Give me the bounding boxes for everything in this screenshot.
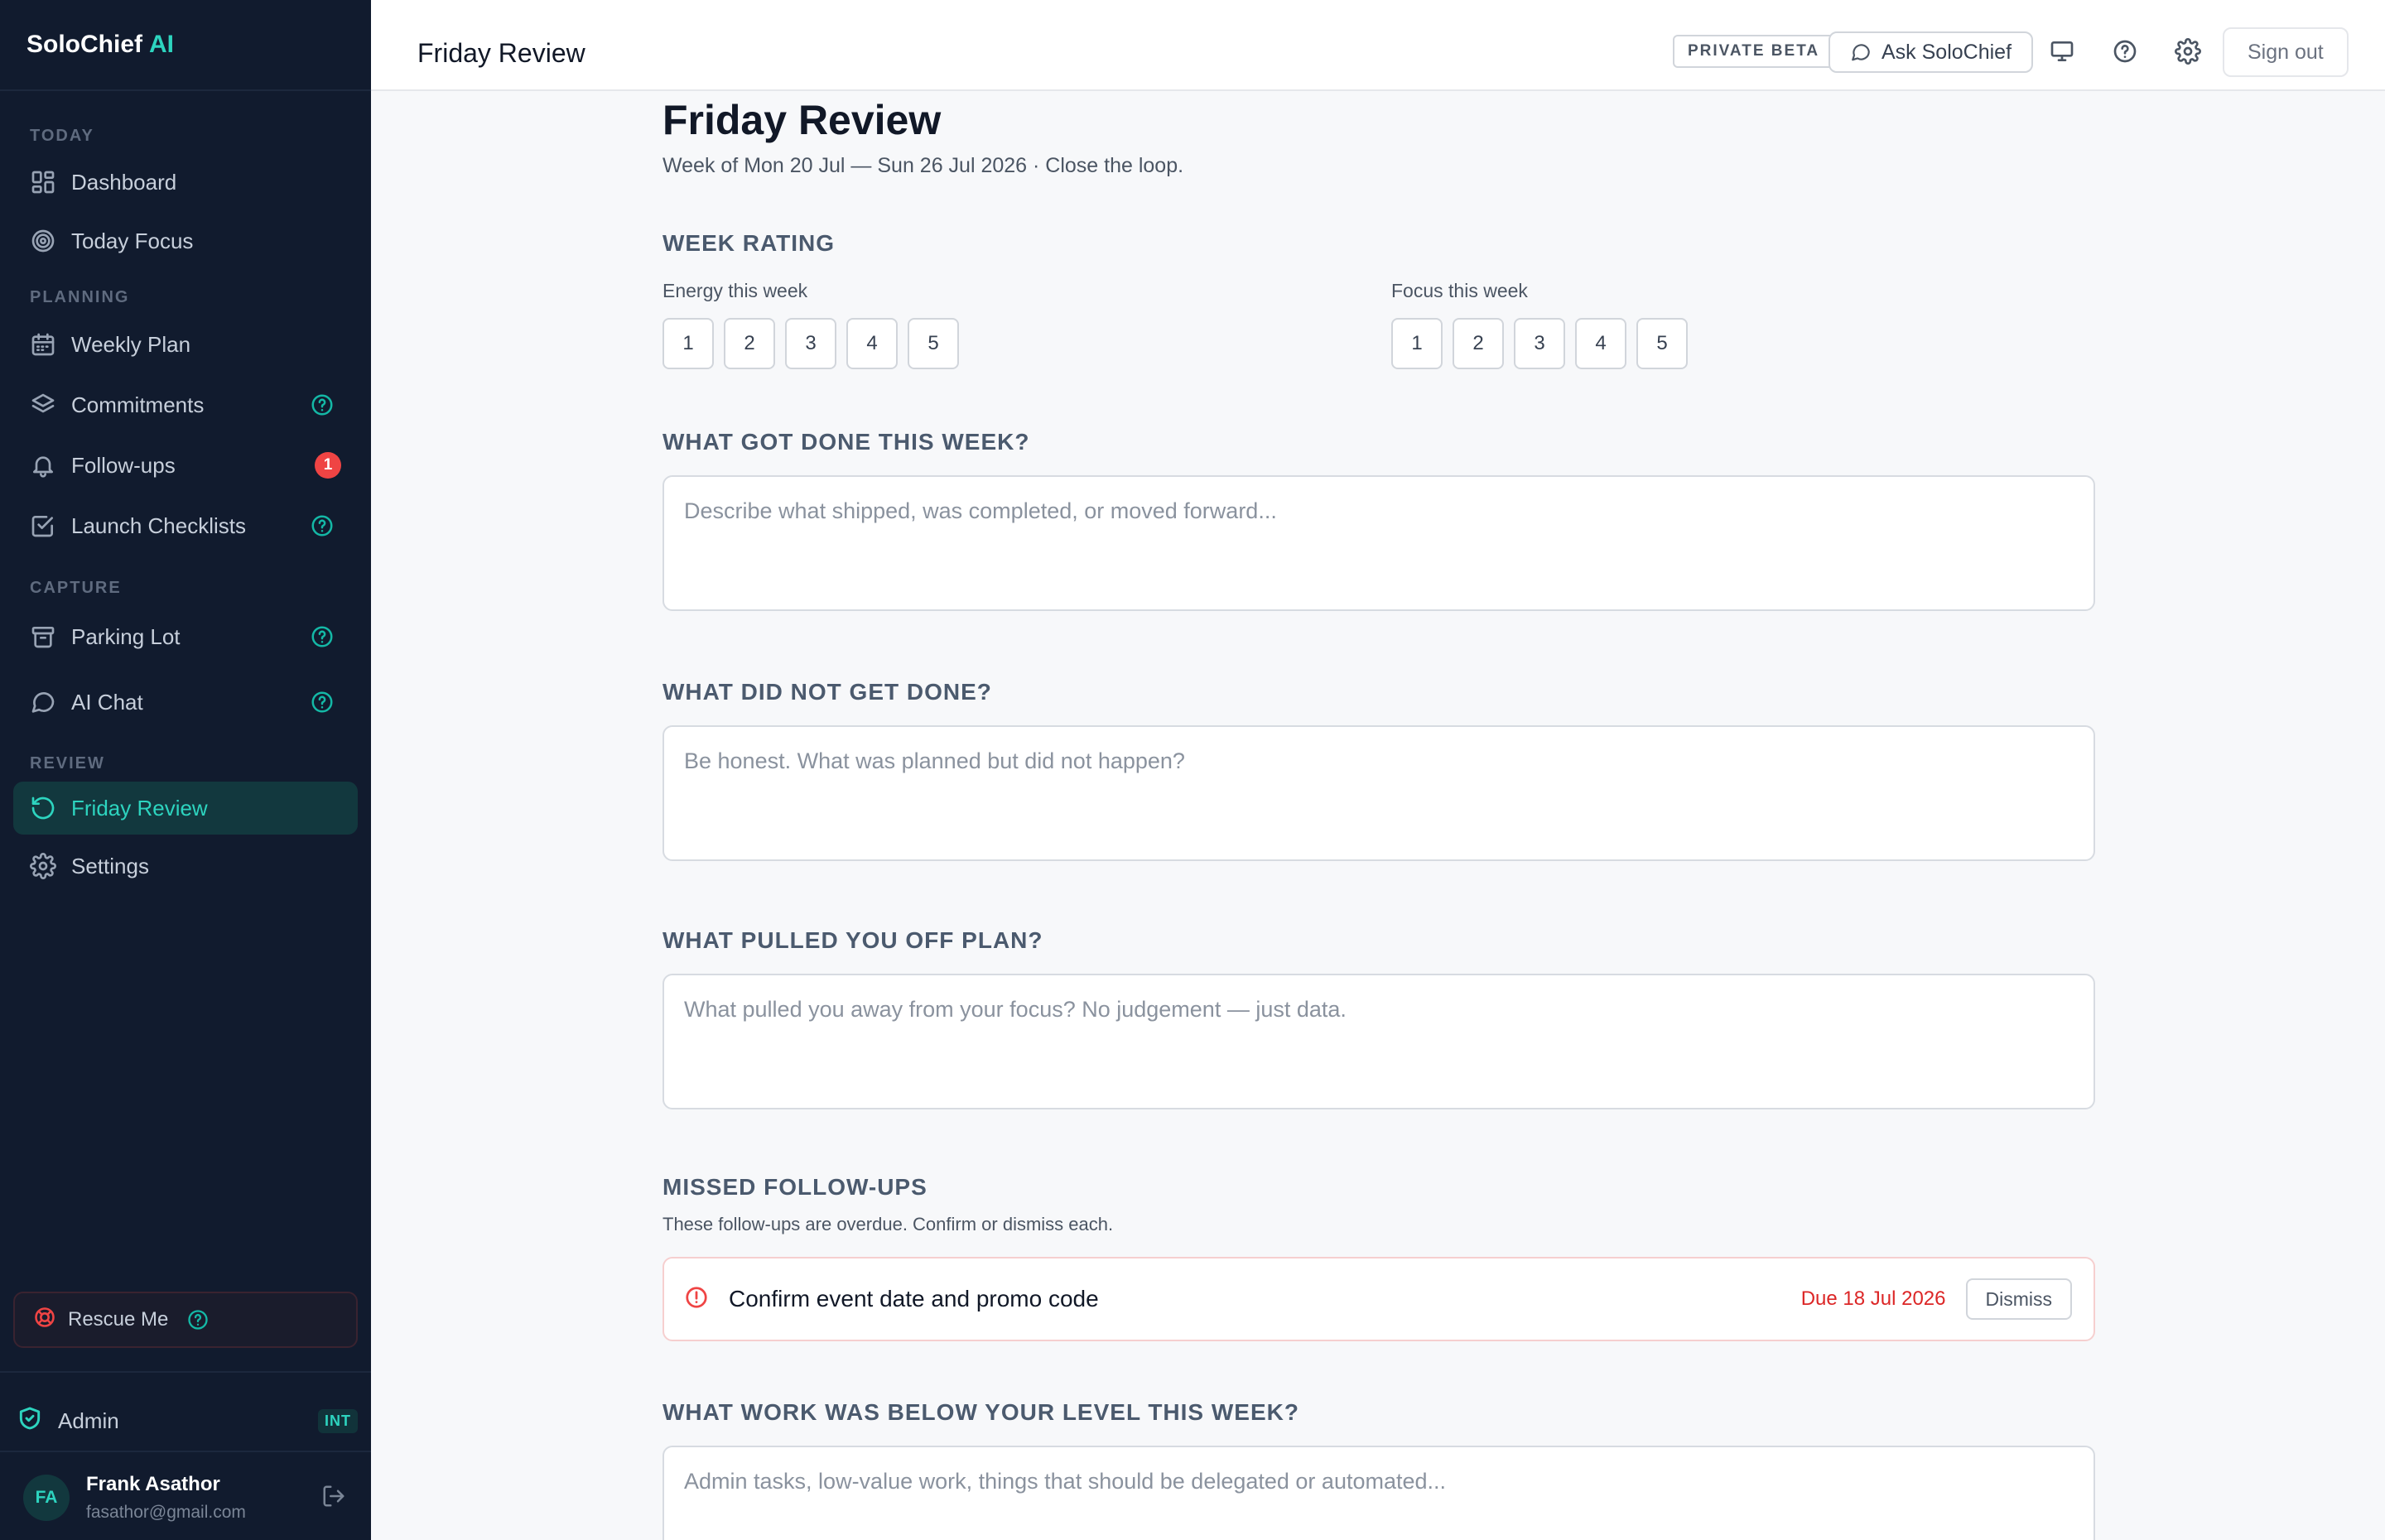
follow-up-due-date: Due 18 Jul 2026 <box>1800 1287 1946 1310</box>
sidebar-item-friday-review[interactable]: Friday Review <box>13 782 358 835</box>
shield-check-icon <box>17 1405 43 1437</box>
energy-rating: 1 2 3 4 5 <box>662 318 959 369</box>
week-rating-heading: WEEK RATING <box>662 230 836 256</box>
monitor-icon[interactable] <box>2049 38 2075 65</box>
help-icon[interactable] <box>310 392 335 417</box>
user-name: Frank Asathor <box>86 1473 220 1495</box>
dashboard-icon <box>30 169 56 195</box>
chat-bubble-icon <box>1852 44 1870 61</box>
layers-icon <box>30 392 56 418</box>
rescue-me-button[interactable]: Rescue Me <box>13 1292 358 1348</box>
energy-rating-1[interactable]: 1 <box>662 318 714 369</box>
energy-rating-4[interactable]: 4 <box>846 318 898 369</box>
missed-follow-ups-heading: MISSED FOLLOW-UPS <box>662 1174 928 1200</box>
brand-name: SoloChief <box>26 31 142 58</box>
sidebar-item-weekly-plan[interactable]: Weekly Plan <box>13 318 358 371</box>
energy-label: Energy this week <box>662 280 808 301</box>
chat-bubble-icon <box>30 689 56 715</box>
dismiss-button[interactable]: Dismiss <box>1965 1278 2072 1320</box>
section-label-planning: PLANNING <box>30 288 130 306</box>
sidebar: SoloChief AI TODAY Dashboard Today Focus … <box>0 0 371 1540</box>
sign-out-button[interactable]: Sign out <box>2223 27 2349 77</box>
target-icon <box>30 228 56 254</box>
focus-rating-3[interactable]: 3 <box>1514 318 1565 369</box>
top-bar: Friday Review PRIVATE BETA Ask SoloChief… <box>371 0 2385 91</box>
sidebar-item-commitments[interactable]: Commitments <box>13 378 358 431</box>
below-level-textarea[interactable]: Admin tasks, low-value work, things that… <box>662 1446 2095 1540</box>
help-icon[interactable] <box>186 1308 210 1331</box>
below-level-heading: WHAT WORK WAS BELOW YOUR LEVEL THIS WEEK… <box>662 1399 1299 1425</box>
focus-rating: 1 2 3 4 5 <box>1391 318 1688 369</box>
sidebar-item-admin[interactable]: Admin INT <box>17 1398 358 1444</box>
environment-badge: INT <box>318 1408 358 1433</box>
missed-follow-ups-description: These follow-ups are overdue. Confirm or… <box>662 1214 1114 1234</box>
sidebar-item-label: Settings <box>71 853 149 878</box>
energy-rating-2[interactable]: 2 <box>724 318 775 369</box>
section-label-capture: CAPTURE <box>30 579 122 597</box>
sidebar-item-launch-checklists[interactable]: Launch Checklists <box>13 499 358 552</box>
not-done-textarea[interactable]: Be honest. What was planned but did not … <box>662 725 2095 861</box>
got-done-textarea[interactable]: Describe what shipped, was completed, or… <box>662 475 2095 611</box>
review-title: Friday Review <box>662 97 942 143</box>
admin-label: Admin <box>58 1408 119 1433</box>
private-beta-badge: PRIVATE BETA <box>1673 35 1835 68</box>
gear-icon <box>30 853 56 879</box>
brand-logo[interactable]: SoloChief AI <box>0 0 371 91</box>
bell-icon <box>30 452 56 479</box>
sidebar-item-label: Weekly Plan <box>71 331 191 357</box>
archive-icon <box>30 623 56 650</box>
help-icon[interactable] <box>310 513 335 538</box>
sidebar-item-follow-ups[interactable]: Follow-ups 1 <box>13 439 358 492</box>
user-profile: FA Frank Asathor fasathor@gmail.com <box>23 1469 358 1527</box>
avatar[interactable]: FA <box>23 1475 70 1521</box>
gear-icon[interactable] <box>2175 38 2201 65</box>
not-done-heading: WHAT DID NOT GET DONE? <box>662 679 992 705</box>
calendar-icon <box>30 331 56 358</box>
user-email: fasathor@gmail.com <box>86 1503 246 1522</box>
refresh-icon <box>30 795 56 821</box>
help-icon[interactable] <box>2112 38 2138 65</box>
energy-rating-3[interactable]: 3 <box>785 318 836 369</box>
checkbox-icon <box>30 513 56 539</box>
rescue-me-label: Rescue Me <box>68 1308 169 1331</box>
help-icon[interactable] <box>310 624 335 649</box>
section-label-today: TODAY <box>30 127 94 145</box>
help-icon[interactable] <box>310 690 335 715</box>
focus-rating-2[interactable]: 2 <box>1453 318 1504 369</box>
sidebar-item-settings[interactable]: Settings <box>13 840 358 893</box>
section-label-review: REVIEW <box>30 754 105 772</box>
focus-rating-1[interactable]: 1 <box>1391 318 1443 369</box>
sidebar-divider <box>0 1451 371 1452</box>
ask-solochief-button[interactable]: Ask SoloChief <box>1828 31 2034 73</box>
sidebar-item-dashboard[interactable]: Dashboard <box>13 156 358 209</box>
alert-circle-icon <box>684 1285 709 1314</box>
focus-rating-4[interactable]: 4 <box>1575 318 1626 369</box>
sidebar-item-ai-chat[interactable]: AI Chat <box>13 676 358 729</box>
focus-rating-5[interactable]: 5 <box>1636 318 1688 369</box>
focus-label: Focus this week <box>1391 280 1528 301</box>
follow-up-title: Confirm event date and promo code <box>729 1286 1099 1311</box>
sidebar-item-parking-lot[interactable]: Parking Lot <box>13 610 358 663</box>
missed-follow-up-item: Confirm event date and promo code Due 18… <box>662 1257 2095 1341</box>
sidebar-divider <box>0 1371 371 1373</box>
user-info: Frank Asathor fasathor@gmail.com <box>86 1473 321 1523</box>
energy-rating-5[interactable]: 5 <box>908 318 959 369</box>
sidebar-item-today-focus[interactable]: Today Focus <box>13 214 358 267</box>
pulled-off-heading: WHAT PULLED YOU OFF PLAN? <box>662 927 1043 953</box>
lifebuoy-icon <box>33 1306 56 1335</box>
sidebar-item-label: Dashboard <box>71 169 177 195</box>
sidebar-item-label: Today Focus <box>71 228 194 253</box>
brand-accent: AI <box>149 31 174 58</box>
got-done-heading: WHAT GOT DONE THIS WEEK? <box>662 429 1030 455</box>
pulled-off-textarea[interactable]: What pulled you away from your focus? No… <box>662 974 2095 1109</box>
review-subtitle: Week of Mon 20 Jul — Sun 26 Jul 2026 · C… <box>662 154 1184 177</box>
logout-icon[interactable] <box>321 1484 346 1513</box>
sidebar-item-label: Friday Review <box>71 795 208 821</box>
page-title: Friday Review <box>417 38 585 68</box>
ask-solochief-label: Ask SoloChief <box>1882 40 2012 64</box>
notification-badge: 1 <box>315 452 341 479</box>
